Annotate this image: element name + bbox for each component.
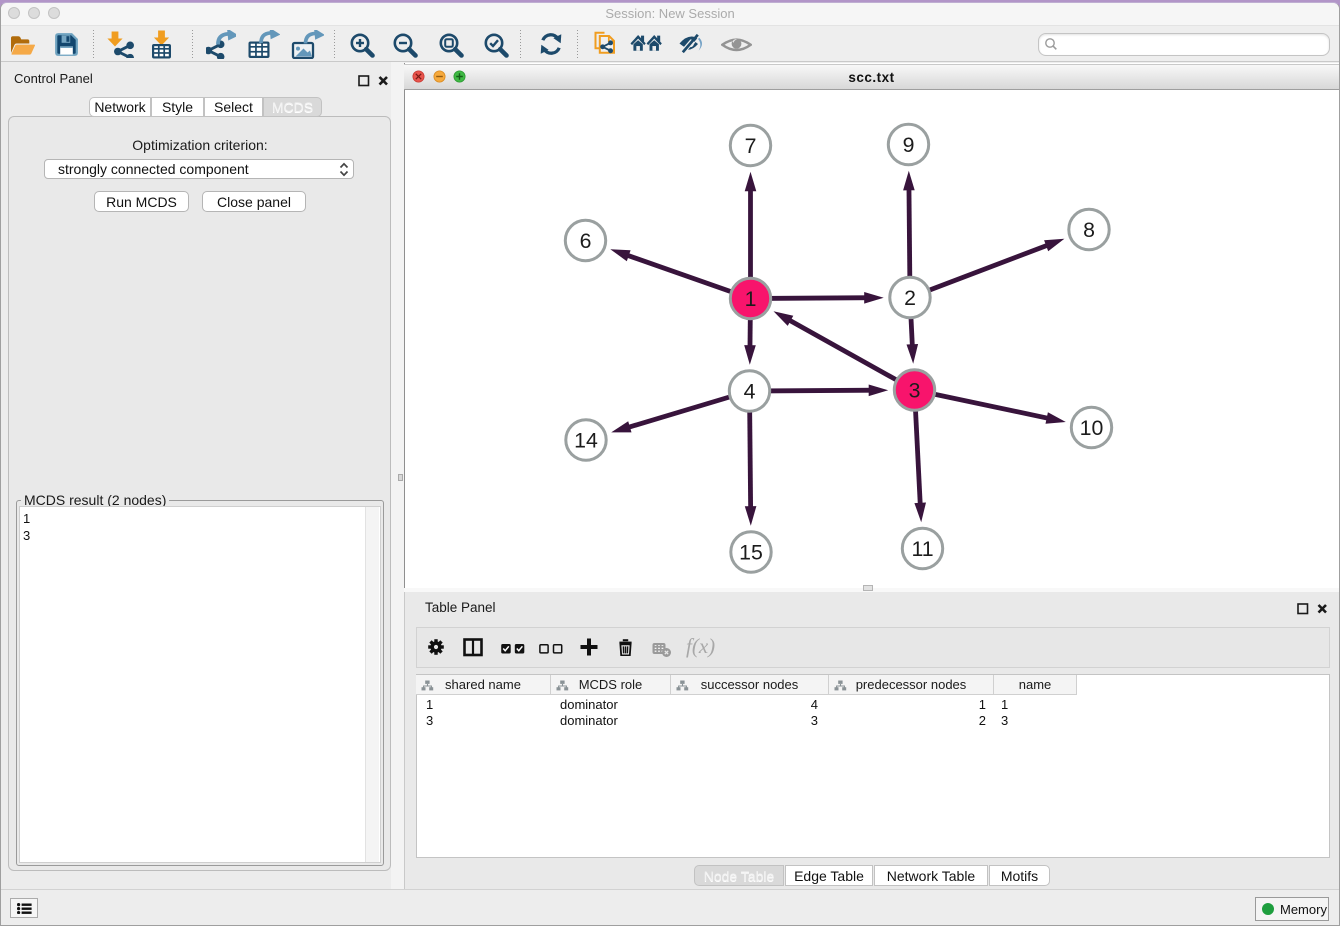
svg-text:6: 6 [580,229,592,253]
svg-text:4: 4 [744,379,756,403]
svg-text:11: 11 [911,537,933,561]
svg-text:9: 9 [903,133,915,157]
svg-text:3: 3 [909,378,921,402]
svg-text:1: 1 [745,287,757,311]
svg-text:7: 7 [745,134,757,158]
svg-text:15: 15 [739,540,763,564]
svg-text:10: 10 [1080,416,1104,440]
svg-text:2: 2 [904,286,916,310]
svg-text:14: 14 [574,428,598,452]
svg-text:8: 8 [1083,218,1095,242]
